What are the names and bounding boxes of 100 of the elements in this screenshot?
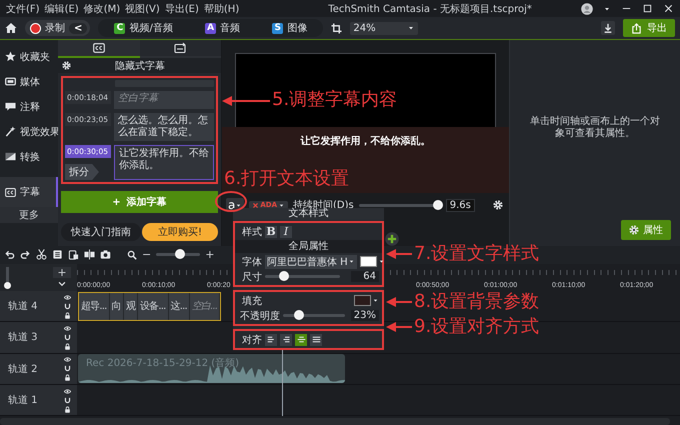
guide-button[interactable]: 快速入门指南 (61, 223, 141, 241)
record-button[interactable]: 录制 < (25, 20, 90, 36)
sidebar-label: 注释 (20, 100, 40, 114)
zoom-slider-thumb[interactable] (175, 249, 186, 260)
letter-tile: C (114, 22, 126, 34)
opacity-slider-thumb[interactable] (294, 310, 304, 320)
fill-color-swatch[interactable] (354, 295, 371, 306)
add-icon[interactable] (385, 232, 399, 246)
track-name: 轨道 3 (8, 330, 38, 344)
media-tab[interactable]: S 图像 (272, 21, 308, 35)
sidebar-item[interactable]: 转换 (0, 144, 58, 169)
media-tab[interactable]: C 视频/音频 (114, 21, 173, 35)
eye-icon[interactable] (64, 388, 71, 394)
caption-clip[interactable]: 超导... (79, 292, 110, 320)
collapse-button[interactable]: < (69, 22, 88, 34)
lock-icon[interactable] (64, 406, 71, 412)
eye-icon[interactable] (64, 356, 71, 364)
zoom-dropdown[interactable]: 24% (350, 22, 418, 34)
split-button[interactable]: 拆分 (65, 164, 99, 180)
search-icon[interactable] (127, 250, 137, 260)
caption-clip[interactable]: 观 (124, 292, 138, 320)
split-icon[interactable] (84, 249, 95, 260)
more-button[interactable]: 更多 (0, 207, 58, 223)
home-icon[interactable] (5, 22, 17, 34)
menu-item[interactable]: 修改(M) (84, 2, 120, 16)
align-right-icon (282, 335, 290, 344)
align-justify-icon (312, 335, 320, 344)
align-button[interactable] (280, 334, 292, 346)
lock-icon[interactable] (64, 342, 71, 350)
font-color-swatch[interactable] (360, 256, 377, 267)
close-icon[interactable] (663, 3, 674, 14)
menu-item[interactable]: 文件(F) (6, 2, 40, 16)
highlight-circle (215, 191, 247, 212)
sidebar-label: 字幕 (20, 186, 40, 199)
media-tab-label: 音频 (220, 22, 240, 35)
opacity-value: 23% (350, 310, 379, 321)
magnet-icon[interactable] (64, 365, 71, 372)
duration-slider-thumb[interactable] (433, 200, 444, 210)
caption-clip[interactable]: 向 (110, 292, 124, 320)
eye-icon[interactable] (64, 324, 71, 332)
track-name: 轨道 4 (8, 300, 38, 314)
italic-button[interactable]: I (280, 226, 292, 238)
paste-icon[interactable] (68, 249, 79, 260)
menu-item[interactable]: 编辑(E) (44, 2, 79, 16)
caret-icon[interactable] (372, 297, 379, 304)
sidebar-item[interactable]: 媒体 (0, 69, 58, 94)
scissors-icon[interactable] (36, 249, 47, 260)
menu-item[interactable]: 视图(V) (125, 2, 160, 16)
sidebar-label: 媒体 (20, 76, 40, 88)
settings-icon[interactable] (493, 200, 503, 210)
align-button[interactable] (265, 334, 277, 346)
align-button[interactable] (310, 334, 322, 346)
eye-icon[interactable] (64, 294, 71, 301)
panel-tab[interactable] (58, 40, 140, 58)
font-dropdown[interactable]: 阿里巴巴普惠体 H (265, 254, 357, 268)
menu-item[interactable]: 导出(E) (164, 2, 199, 16)
properties-button[interactable]: 属性 (621, 220, 671, 240)
opacity-label: 不透明度 (240, 310, 280, 322)
add-caption-button[interactable]: + 添加字幕 (61, 191, 218, 213)
export-button[interactable]: 导出 (623, 19, 675, 37)
lock-icon[interactable] (64, 374, 71, 382)
audio-clip-label: Rec 2026-7-18-15-29-12 (音频) (86, 356, 240, 370)
menu-item[interactable]: 帮助(H) (204, 2, 240, 16)
align-center-icon (296, 335, 306, 344)
caption-preview-text: 让它发挥作用，不给你添乱。 (300, 134, 430, 147)
avatar-icon[interactable] (581, 2, 593, 14)
sidebar-item[interactable]: 收藏夹 (0, 44, 58, 69)
caption-clip[interactable]: 这... (168, 292, 190, 320)
caret-icon (407, 24, 416, 32)
align-button[interactable] (295, 334, 307, 346)
document-icon[interactable] (52, 249, 63, 260)
crop-icon[interactable] (331, 22, 342, 34)
record-dot-icon (30, 22, 41, 34)
size-label: 尺寸 (241, 270, 262, 284)
size-slider-thumb[interactable] (278, 271, 289, 281)
sidebar-item[interactable]: 字幕 (0, 177, 58, 207)
maximize-icon[interactable] (642, 3, 653, 14)
settings-icon[interactable] (62, 61, 71, 70)
bold-button[interactable]: B (265, 226, 277, 238)
magnet-icon[interactable] (64, 302, 71, 310)
magnet-icon[interactable] (64, 396, 71, 404)
camera-icon[interactable] (100, 249, 111, 260)
download-button[interactable] (601, 21, 615, 35)
zoom-in-button[interactable]: + (205, 248, 214, 262)
redo-icon[interactable] (20, 249, 31, 260)
properties-hint: 单击时间轴或画布上的一个对象可查看其属性。 (529, 116, 661, 140)
buy-button[interactable]: 立即购买! (142, 223, 218, 241)
magnet-icon[interactable] (64, 334, 71, 341)
add-track-button[interactable]: + (53, 266, 71, 278)
zoom-value: 24% (353, 22, 376, 34)
lock-icon[interactable] (64, 312, 71, 319)
zoom-out-button[interactable]: − (142, 248, 152, 262)
cross-icon (252, 202, 260, 208)
media-tab[interactable]: A 音频 (205, 21, 240, 35)
sidebar-item[interactable]: 注释 (0, 94, 58, 119)
undo-icon[interactable] (4, 249, 15, 260)
style-label: 样式 (241, 226, 262, 238)
size-value: 64 (351, 271, 379, 282)
caption-clip[interactable]: 设备... (138, 292, 168, 320)
letter-tile: A (205, 22, 216, 34)
